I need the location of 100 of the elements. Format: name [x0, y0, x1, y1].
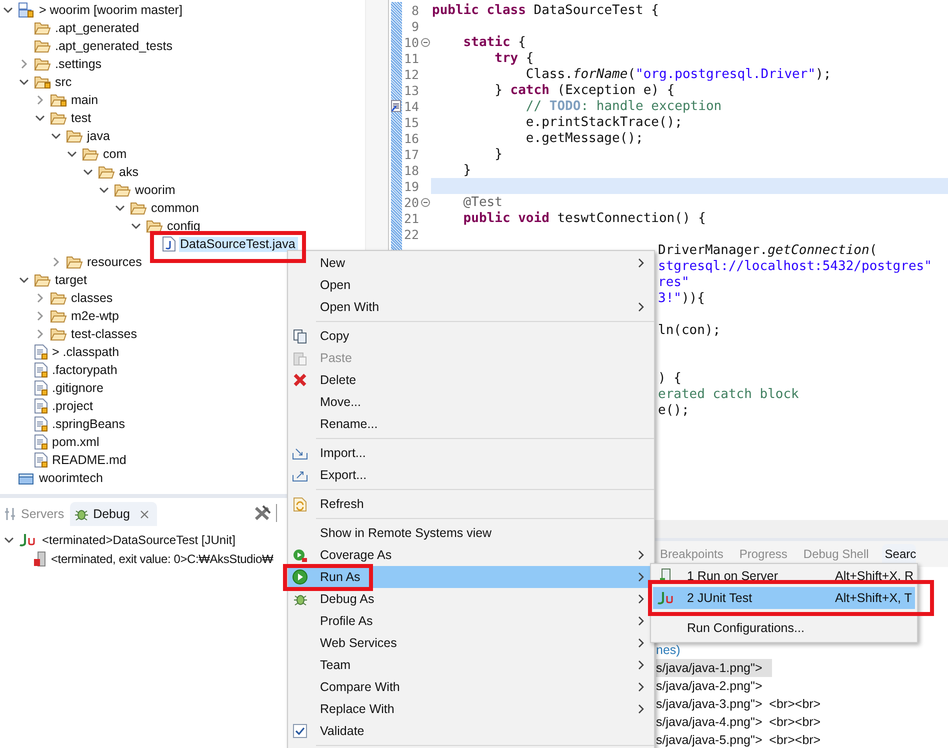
collapse-icon[interactable] [420, 198, 430, 206]
menu-item[interactable]: Export... [288, 464, 654, 486]
folder-icon [34, 57, 51, 71]
file-icon [34, 398, 48, 414]
paste-icon [293, 350, 307, 366]
chevron-down-icon[interactable] [51, 131, 61, 141]
tree-item[interactable]: .apt_generated [54, 20, 142, 36]
menu-item[interactable]: Team [288, 654, 654, 676]
tree-item[interactable]: common [150, 200, 202, 216]
chevron-down-icon[interactable] [19, 77, 29, 87]
tree-item[interactable]: main [70, 92, 102, 108]
remove-all-icon[interactable] [254, 505, 272, 521]
tree-item[interactable]: > woorim [woorim master] [38, 2, 186, 18]
menu-item[interactable]: Coverage As [288, 544, 654, 566]
tree-item[interactable]: DataSourceTest.java [179, 236, 298, 252]
chevron-down-icon[interactable] [35, 113, 45, 123]
chevron-down-icon[interactable] [67, 149, 77, 159]
chevron-right-icon[interactable] [35, 95, 45, 105]
line-number: 12 [404, 66, 419, 82]
menu-item[interactable]: Open With [288, 296, 654, 318]
tree-item[interactable]: test-classes [70, 326, 140, 342]
search-result-line[interactable]: s/java/java-5.png"> <br><br> [656, 731, 831, 748]
menu-item[interactable]: Show in Remote Systems view [288, 522, 654, 544]
tree-item[interactable]: target [54, 272, 90, 288]
collapse-icon[interactable] [420, 38, 430, 46]
search-result-line[interactable]: s/java/java-2.png"> [656, 677, 772, 695]
tree-item[interactable]: java [86, 128, 113, 144]
folder-icon [98, 165, 115, 179]
menu-item[interactable]: 1 Run on Server Alt+Shift+X, R [653, 565, 915, 587]
line-number: 18 [404, 162, 419, 178]
tree-item[interactable]: .gitignore [51, 380, 106, 396]
chevron-down-icon[interactable] [3, 5, 13, 15]
tree-item[interactable]: .factorypath [51, 362, 120, 378]
chevron-right-icon[interactable] [19, 59, 29, 69]
chevron-right-icon[interactable] [35, 293, 45, 303]
tree-item[interactable]: .settings [54, 56, 105, 72]
menu-item[interactable]: Compare With [288, 676, 654, 698]
menu-item[interactable]: Delete [288, 369, 654, 391]
code-line: e.printStackTrace(); [524, 114, 682, 130]
tree-item[interactable]: > .classpath [51, 344, 122, 360]
tree-item[interactable]: .springBeans [51, 416, 128, 432]
launch-item[interactable]: <terminated>DataSourceTest [JUnit] [42, 532, 236, 546]
menu-item[interactable]: Import... [288, 442, 654, 464]
chevron-down-icon[interactable] [4, 534, 14, 544]
code-line: } [494, 146, 502, 162]
line-number: 13 [404, 82, 419, 98]
line-number: 16 [404, 130, 419, 146]
menu-item[interactable]: Copy [288, 325, 654, 347]
tree-item[interactable]: aks [118, 164, 142, 180]
search-result-line[interactable]: s/java/java-4.png"> <br><br> [656, 713, 831, 731]
tree-item[interactable]: .project [51, 398, 96, 414]
close-icon[interactable] [140, 510, 149, 518]
tab[interactable]: Debug [70, 502, 157, 526]
line-number: 8 [411, 2, 419, 18]
tree-item[interactable]: pom.xml [51, 434, 102, 450]
code-line: e(); [657, 402, 690, 418]
menu-item[interactable]: Validate [288, 720, 654, 742]
folder-icon [130, 201, 147, 215]
menu-item[interactable]: Open [288, 274, 654, 296]
checkbox[interactable] [293, 724, 307, 738]
tree-item[interactable]: .apt_generated_tests [54, 38, 176, 54]
chevron-down-icon[interactable] [99, 185, 109, 195]
chevron-down-icon[interactable] [83, 167, 93, 177]
tree-item[interactable]: resources [86, 254, 145, 270]
tree-item[interactable]: classes [70, 290, 116, 306]
line-number: 17 [404, 146, 419, 162]
menu-item[interactable]: Replace With [288, 698, 654, 720]
menu-item[interactable]: Debug As [288, 588, 654, 610]
code-line: public void teswtConnection() { [462, 210, 706, 226]
tree-item[interactable]: test [70, 110, 94, 126]
search-result-line[interactable]: s/java/java-3.png"> <br><br> [656, 695, 831, 713]
menu-item[interactable]: 2 JUnit Test Alt+Shift+X, T [653, 587, 915, 609]
tab[interactable]: Searc [882, 544, 916, 564]
menu-item[interactable]: Web Services [288, 632, 654, 654]
chevron-down-icon[interactable] [115, 203, 125, 213]
chevron-down-icon[interactable] [131, 221, 141, 231]
menu-item[interactable]: Rename... [288, 413, 654, 435]
run-icon [292, 569, 308, 585]
chevron-right-icon[interactable] [51, 257, 61, 267]
process-item[interactable]: <terminated, exit value: 0>C:₩AksStudio₩ [51, 552, 274, 566]
tree-item[interactable]: m2e-wtp [70, 308, 122, 324]
menu-item[interactable]: Move... [288, 391, 654, 413]
search-result-line[interactable]: nes) [656, 641, 690, 659]
chevron-down-icon[interactable] [19, 275, 29, 285]
tree-item[interactable]: src [54, 74, 75, 90]
tree-item[interactable]: woorimtech [38, 470, 106, 486]
servers-icon [4, 507, 17, 521]
junit-icon [19, 532, 37, 546]
code-line: } catch (Exception e) { [494, 82, 675, 98]
tree-item[interactable]: woorim [134, 182, 178, 198]
menu-item[interactable]: New [288, 252, 654, 274]
tree-item[interactable]: README.md [51, 452, 130, 468]
tree-item[interactable]: com [102, 146, 130, 162]
menu-item[interactable]: Refresh [288, 493, 654, 515]
folder-icon [34, 75, 51, 89]
menu-item[interactable]: Run Configurations... [653, 617, 915, 639]
chevron-right-icon[interactable] [35, 311, 45, 321]
code-line: res" [657, 274, 690, 290]
chevron-right-icon[interactable] [35, 329, 45, 339]
menu-item[interactable]: Profile As [288, 610, 654, 632]
